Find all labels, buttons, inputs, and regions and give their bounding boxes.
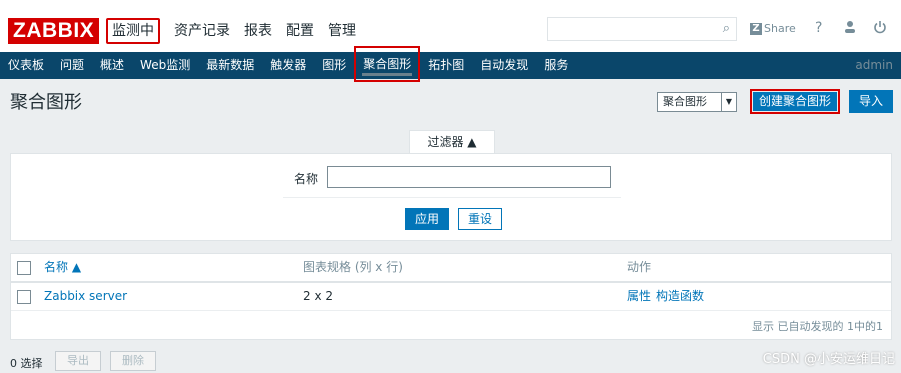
reset-button[interactable]: 重设: [458, 208, 502, 230]
user-profile-icon[interactable]: [843, 20, 857, 38]
submenu-latest-data[interactable]: 最新数据: [198, 52, 262, 79]
submenu-screens[interactable]: 聚合图形: [354, 46, 421, 82]
menu-configuration[interactable]: 配置: [286, 18, 314, 44]
page-title: 聚合图形: [10, 92, 82, 113]
filter-tab[interactable]: 过滤器 ▲: [409, 130, 495, 154]
table-header: 名称 ▲ 图表规格 (列 x 行) 动作: [11, 254, 891, 283]
column-size-header: 图表规格 (列 x 行): [303, 260, 403, 274]
menu-administration[interactable]: 管理: [328, 18, 356, 44]
csdn-watermark: CSDN @小安运维日记: [762, 352, 895, 367]
submenu-dashboard[interactable]: 仪表板: [0, 52, 52, 79]
submenu: 仪表板 问题 概述 Web监测 最新数据 触发器 图形 聚合图形 拓扑图 自动发…: [0, 46, 576, 82]
submenu-graphs[interactable]: 图形: [314, 52, 354, 79]
logout-icon[interactable]: [873, 20, 887, 38]
screen-size: 2 x 2: [303, 289, 333, 303]
table-footer-info: 显示 已自动发现的 1中的1: [752, 320, 883, 333]
menu-monitoring[interactable]: 监测中: [106, 18, 160, 44]
create-screen-label: 创建聚合图形: [753, 92, 837, 111]
delete-button[interactable]: 删除: [110, 351, 156, 371]
menu-reports[interactable]: 报表: [244, 18, 272, 44]
share-z-icon: Z: [750, 22, 762, 35]
properties-link[interactable]: 属性: [627, 283, 651, 310]
export-button[interactable]: 导出: [55, 351, 101, 371]
selected-count: 0 选择: [10, 357, 43, 370]
filter-panel: 名称 应用 重设: [10, 153, 892, 241]
top-header: ZABBIX 监测中 资产记录 报表 配置 管理 ⌕ Z Share ?: [0, 0, 901, 52]
submenu-maps[interactable]: 拓扑图: [420, 52, 472, 79]
submenu-services[interactable]: 服务: [536, 52, 576, 79]
submenu-problems[interactable]: 问题: [52, 52, 92, 79]
submenu-overview[interactable]: 概述: [92, 52, 132, 79]
filter-divider: [283, 197, 621, 198]
table-row: Zabbix server 2 x 2 属性 构造函数: [11, 283, 891, 311]
menu-inventory[interactable]: 资产记录: [174, 18, 230, 44]
filter-name-input[interactable]: [327, 166, 611, 188]
type-select[interactable]: 聚合图形 ▼: [657, 92, 737, 112]
current-user: admin: [855, 58, 893, 72]
zabbix-logo[interactable]: ZABBIX: [8, 18, 100, 44]
chevron-down-icon[interactable]: ▼: [721, 93, 736, 111]
constructor-link[interactable]: 构造函数: [656, 283, 704, 310]
submenu-discovery[interactable]: 自动发现: [472, 52, 536, 79]
screens-table: 名称 ▲ 图表规格 (列 x 行) 动作 Zabbix server 2 x 2…: [10, 253, 892, 340]
filter-name-label: 名称: [294, 172, 319, 186]
help-icon[interactable]: ?: [815, 20, 822, 36]
search-icon[interactable]: ⌕: [723, 21, 730, 36]
share-label: Share: [764, 22, 796, 35]
search-input[interactable]: ⌕: [547, 17, 737, 41]
share-button[interactable]: Z Share: [750, 22, 796, 35]
column-name-header[interactable]: 名称 ▲: [44, 254, 81, 281]
column-actions-header: 动作: [627, 260, 652, 274]
submenu-triggers[interactable]: 触发器: [262, 52, 314, 79]
type-select-value: 聚合图形: [663, 95, 707, 108]
main-menu: 监测中 资产记录 报表 配置 管理: [106, 18, 370, 44]
apply-button[interactable]: 应用: [405, 208, 449, 230]
create-screen-button[interactable]: 创建聚合图形: [750, 89, 840, 114]
select-all-checkbox[interactable]: [17, 261, 31, 275]
screen-name-link[interactable]: Zabbix server: [44, 283, 127, 310]
submenu-web[interactable]: Web监测: [132, 52, 198, 79]
sub-navigation: 仪表板 问题 概述 Web监测 最新数据 触发器 图形 聚合图形 拓扑图 自动发…: [0, 46, 901, 82]
row-checkbox[interactable]: [17, 290, 31, 304]
import-button[interactable]: 导入: [849, 90, 893, 113]
